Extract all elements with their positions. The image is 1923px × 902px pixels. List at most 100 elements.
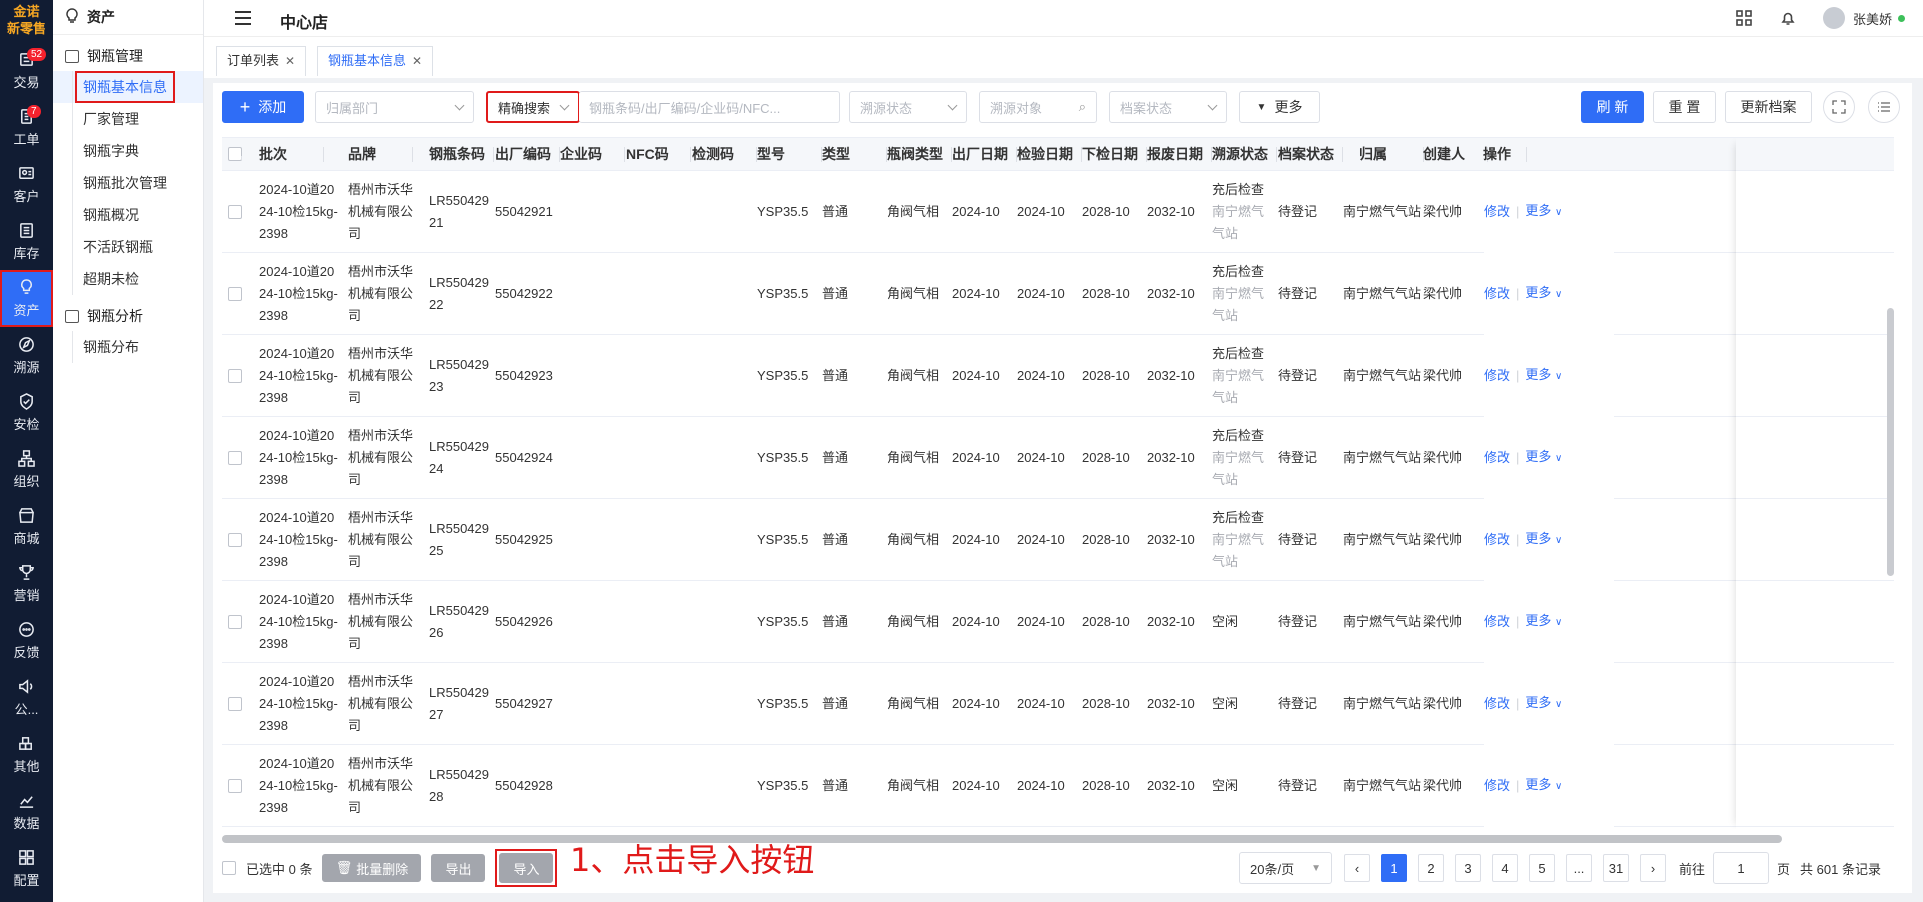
trace-status-select[interactable]: 溯源状态 <box>849 91 967 123</box>
table-row[interactable]: 2024-10道2024-10检15kg-2398 梧州市沃华机械有限公司 LR55… <box>222 499 1894 581</box>
close-icon[interactable]: ✕ <box>412 54 422 68</box>
column-header[interactable]: 报废日期 <box>1147 138 1212 171</box>
column-header[interactable]: 档案状态 <box>1278 138 1343 171</box>
page-size-select[interactable]: 20条/页 ▼ <box>1239 852 1332 884</box>
update-archive-button[interactable]: 更新档案 <box>1725 91 1812 123</box>
sidebar-item[interactable]: 厂家管理 <box>53 103 203 135</box>
page-number[interactable]: 3 <box>1455 854 1481 882</box>
column-header[interactable]: 批次 <box>259 138 324 171</box>
page-number[interactable]: 5 <box>1529 854 1555 882</box>
edit-link[interactable]: 修改 <box>1484 365 1510 387</box>
reset-button[interactable]: 重 置 <box>1653 91 1716 123</box>
page-number[interactable]: 1 <box>1381 854 1407 882</box>
bell-icon[interactable] <box>1777 7 1799 29</box>
column-header[interactable]: 企业码 <box>560 138 625 171</box>
row-checkbox[interactable] <box>228 697 242 711</box>
edit-link[interactable]: 修改 <box>1484 447 1510 469</box>
close-icon[interactable]: ✕ <box>285 54 295 68</box>
more-dropdown[interactable]: 更多 ∨ <box>1525 692 1562 716</box>
avatar[interactable] <box>1822 7 1845 29</box>
rail-item-13[interactable]: 其他 <box>0 726 53 783</box>
edit-link[interactable]: 修改 <box>1484 201 1510 223</box>
more-dropdown[interactable]: 更多 ∨ <box>1525 774 1562 798</box>
rail-item-10[interactable]: 营销 <box>0 555 53 612</box>
table-row[interactable]: 2024-10道2024-10检15kg-2398 梧州市沃华机械有限公司 LR55… <box>222 663 1894 745</box>
column-header[interactable]: 归属 <box>1359 138 1424 171</box>
column-header[interactable]: 钢瓶条码 <box>429 138 494 171</box>
sidebar-item[interactable]: 钢瓶基本信息 <box>53 71 203 103</box>
page-number[interactable]: 4 <box>1492 854 1518 882</box>
edit-link[interactable]: 修改 <box>1484 775 1510 797</box>
page-number[interactable]: 31 <box>1603 854 1629 882</box>
menu-toggle-icon[interactable] <box>235 11 251 25</box>
column-header[interactable]: 检测码 <box>692 138 757 171</box>
header-checkbox[interactable] <box>228 147 242 161</box>
more-dropdown[interactable]: 更多 ∨ <box>1525 610 1562 634</box>
page-number[interactable]: 2 <box>1418 854 1444 882</box>
user-name[interactable]: 张美娇 <box>1853 9 1892 28</box>
row-checkbox[interactable] <box>228 205 242 219</box>
rail-item-2[interactable]: 工单 7 <box>0 99 53 156</box>
next-page-button[interactable]: › <box>1640 854 1666 882</box>
column-header[interactable]: 溯源状态 <box>1212 138 1277 171</box>
tab-cylinder-info[interactable]: 钢瓶基本信息 ✕ <box>317 46 434 76</box>
table-row[interactable]: 2024-10道2024-10检15kg-2398 梧州市沃华机械有限公司 LR55… <box>222 335 1894 417</box>
edit-link[interactable]: 修改 <box>1484 611 1510 633</box>
rail-item-9[interactable]: 商城 <box>0 498 53 555</box>
column-header[interactable]: 类型 <box>822 138 887 171</box>
edit-link[interactable]: 修改 <box>1484 529 1510 551</box>
trace-target-input[interactable]: 溯源对象 ⌕ <box>979 91 1097 123</box>
search-mode-select[interactable]: 精确搜索 <box>486 91 580 123</box>
group-cylinder-analysis[interactable]: 钢瓶分析 <box>53 301 203 331</box>
column-settings-icon[interactable] <box>1868 91 1900 123</box>
import-button[interactable]: 导入 <box>499 853 554 883</box>
rail-item-11[interactable]: 反馈 <box>0 612 53 669</box>
column-header[interactable]: 品牌 <box>348 138 413 171</box>
row-checkbox[interactable] <box>228 287 242 301</box>
horizontal-scrollbar[interactable] <box>222 835 1782 843</box>
sidebar-item[interactable]: 超期未检 <box>53 263 203 295</box>
column-header[interactable]: 检验日期 <box>1017 138 1082 171</box>
column-header[interactable]: 操作 <box>1467 138 1527 171</box>
search-input[interactable]: 钢瓶条码/出厂编码/企业码/NFC... <box>579 91 840 123</box>
column-header[interactable]: 下检日期 <box>1082 138 1147 171</box>
more-dropdown[interactable]: 更多 ∨ <box>1525 528 1562 552</box>
rail-item-4[interactable]: 库存 <box>0 213 53 270</box>
sidebar-item[interactable]: 钢瓶批次管理 <box>53 167 203 199</box>
sidebar-item[interactable]: 钢瓶分布 <box>53 331 203 363</box>
batch-delete-button[interactable]: 🗑 批量删除 <box>322 854 422 882</box>
archive-status-select[interactable]: 档案状态 <box>1109 91 1227 123</box>
department-select[interactable]: 归属部门 <box>315 91 474 123</box>
qrcode-icon[interactable] <box>1733 7 1755 29</box>
sidebar-item[interactable]: 钢瓶字典 <box>53 135 203 167</box>
table-row[interactable]: 2024-10道2024-10检15kg-2398 梧州市沃华机械有限公司 LR55… <box>222 253 1894 335</box>
row-checkbox[interactable] <box>228 369 242 383</box>
refresh-button[interactable]: 刷 新 <box>1581 91 1644 123</box>
group-cylinder-management[interactable]: 钢瓶管理 <box>53 41 203 71</box>
row-checkbox[interactable] <box>228 615 242 629</box>
column-header[interactable]: NFC码 <box>626 138 691 171</box>
column-header[interactable]: 出厂日期 <box>952 138 1017 171</box>
column-header[interactable]: 型号 <box>757 138 822 171</box>
row-checkbox[interactable] <box>228 779 242 793</box>
edit-link[interactable]: 修改 <box>1484 283 1510 305</box>
select-all-checkbox[interactable] <box>222 861 236 875</box>
table-row[interactable]: 2024-10道2024-10检15kg-2398 梧州市沃华机械有限公司 LR55… <box>222 581 1894 663</box>
table-row[interactable]: 2024-10道2024-10检15kg-2398 梧州市沃华机械有限公司 LR55… <box>222 417 1894 499</box>
more-filters-button[interactable]: ▼ 更多 <box>1239 91 1320 123</box>
column-header[interactable]: 瓶阀类型 <box>887 138 952 171</box>
rail-item-12[interactable]: 公... <box>0 669 53 726</box>
row-checkbox[interactable] <box>228 533 242 547</box>
rail-item-3[interactable]: 客户 <box>0 156 53 213</box>
rail-item-1[interactable]: 交易 52 <box>0 42 53 99</box>
fullscreen-icon[interactable] <box>1823 91 1855 123</box>
add-button[interactable]: + 添加 <box>222 91 304 123</box>
goto-page-input[interactable]: 1 <box>1713 852 1770 884</box>
rail-item-8[interactable]: 组织 <box>0 441 53 498</box>
rail-item-5[interactable]: 资产 <box>0 270 53 327</box>
row-checkbox[interactable] <box>228 451 242 465</box>
export-button[interactable]: 导出 <box>431 854 486 882</box>
rail-item-7[interactable]: 安检 <box>0 384 53 441</box>
more-dropdown[interactable]: 更多 ∨ <box>1525 364 1562 388</box>
rail-item-14[interactable]: 数据 <box>0 783 53 840</box>
